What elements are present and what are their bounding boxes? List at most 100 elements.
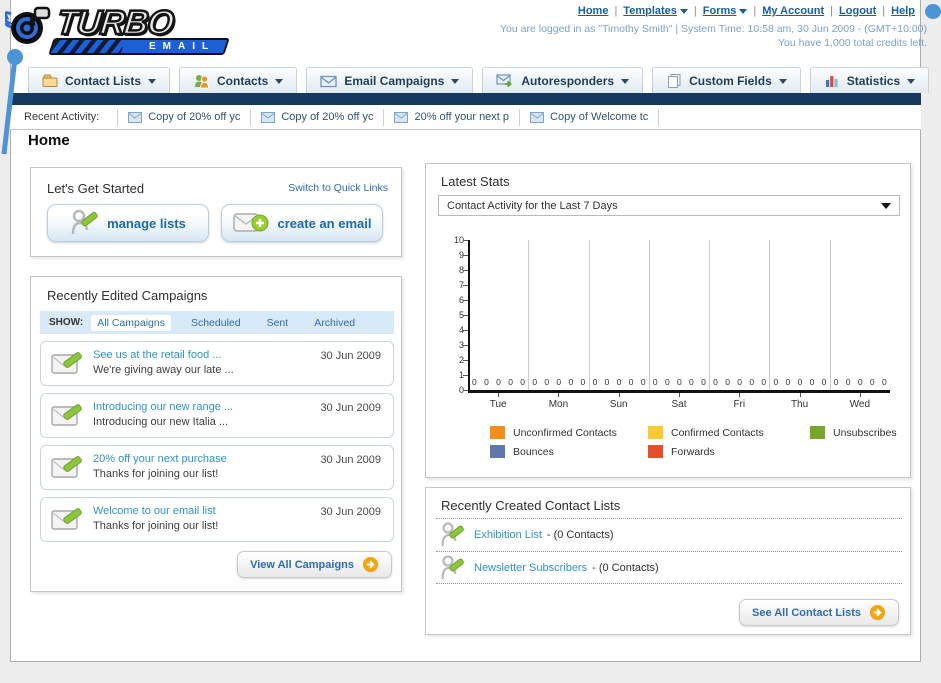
x-axis-tick bbox=[498, 393, 500, 397]
tab-contacts[interactable]: Contacts bbox=[179, 67, 298, 93]
contact-list-link[interactable]: Newsletter Subscribers bbox=[474, 562, 587, 574]
see-all-contact-lists-button[interactable]: See All Contact Lists bbox=[738, 599, 899, 626]
manage-lists-icon bbox=[70, 209, 98, 237]
chart-legend: Unconfirmed Contacts Confirmed Contacts Un… bbox=[490, 426, 941, 458]
data-value-label: 0 bbox=[472, 377, 477, 387]
see-all-contact-lists-label: See All Contact Lists bbox=[751, 606, 861, 619]
campaign-row[interactable]: 20% off your next purchase Thanks for joi… bbox=[40, 445, 394, 490]
gridline bbox=[648, 240, 650, 390]
tab-autoresponders[interactable]: Autoresponders bbox=[482, 67, 644, 93]
campaign-subtitle: Thanks for joining our list! bbox=[93, 468, 219, 480]
legend-label: Unsubscribes bbox=[833, 426, 897, 439]
campaign-edit-icon bbox=[51, 403, 83, 430]
header-link-separator: | bbox=[882, 5, 886, 17]
x-axis-tick bbox=[679, 393, 680, 397]
x-axis-tick-label: Sat bbox=[671, 399, 687, 410]
recent-activity-item[interactable]: Copy of 20% off yc bbox=[251, 108, 385, 126]
header-link-logout[interactable]: Logout bbox=[839, 5, 876, 17]
campaigns-panel: Recently Edited Campaigns SHOW: All Camp… bbox=[30, 276, 402, 592]
contact-lists-title: Recently Created Contact Lists bbox=[441, 498, 621, 513]
header-link-my-account[interactable]: My Account bbox=[762, 5, 824, 17]
contact-lists: Exhibition List - (0 Contacts) Newsletter… bbox=[436, 518, 902, 584]
campaign-row[interactable]: See us at the retail food ... We're givin… bbox=[40, 341, 394, 386]
data-value-label: 0 bbox=[689, 377, 694, 387]
legend-label: Bounces bbox=[513, 445, 554, 458]
chevron-down-icon bbox=[907, 78, 916, 84]
filter-sent[interactable]: Sent bbox=[261, 315, 295, 331]
contact-list-link[interactable]: Exhibition List bbox=[474, 529, 542, 541]
tab-statistics[interactable]: Statistics bbox=[809, 67, 930, 93]
campaign-filters: All Campaigns Scheduled Sent Archived bbox=[91, 314, 375, 331]
latest-stats-panel: Latest Stats Contact Activity for the La… bbox=[425, 163, 911, 478]
data-value-label: 0 bbox=[677, 377, 682, 387]
switch-quick-links[interactable]: Switch to Quick Links bbox=[288, 182, 388, 194]
campaign-title-link[interactable]: 20% off your next purchase bbox=[93, 453, 227, 465]
campaign-title-link[interactable]: See us at the retail food ... bbox=[93, 349, 221, 361]
tab-label: Custom Fields bbox=[689, 73, 772, 88]
get-started-title: Let's Get Started bbox=[47, 181, 145, 196]
recent-activity-item-label: Copy of 20% off yc bbox=[148, 111, 241, 123]
data-value-label: 0 bbox=[737, 377, 743, 387]
x-axis-tick bbox=[799, 393, 801, 397]
recent-activity-item[interactable]: Copy of 20% off yc bbox=[117, 108, 252, 126]
view-all-campaigns-button[interactable]: View All Campaigns bbox=[237, 551, 392, 578]
data-value-label: 0 bbox=[604, 377, 610, 387]
create-email-button[interactable]: create an email bbox=[221, 204, 383, 242]
stats-period-select[interactable]: Contact Activity for the Last 7 Days bbox=[438, 195, 900, 216]
campaign-row[interactable]: Welcome to our email list Thanks for join… bbox=[40, 497, 394, 542]
x-axis-tick-label: Thu bbox=[790, 399, 809, 410]
y-axis-tick-label: 3 bbox=[458, 340, 464, 350]
chevron-down-icon bbox=[679, 8, 688, 14]
header-links: Home | Templates | Forms | My Account | Logout | H… bbox=[578, 5, 915, 17]
data-value-label: 0 bbox=[749, 377, 755, 387]
recent-activity-label: Recent Activity: bbox=[24, 111, 100, 123]
data-value-label: 0 bbox=[833, 377, 839, 387]
campaigns-title: Recently Edited Campaigns bbox=[47, 288, 208, 303]
tab-email-campaigns[interactable]: Email Campaigns bbox=[306, 67, 474, 93]
filter-scheduled[interactable]: Scheduled bbox=[185, 315, 247, 331]
y-axis-tick-label: 0 bbox=[458, 385, 464, 395]
campaign-edit-icon bbox=[51, 351, 83, 378]
turbo-email-dashboard: TURBO EMAIL Home | Templates | Forms | My Acco… bbox=[0, 0, 941, 683]
contact-list-row[interactable]: Exhibition List - (0 Contacts) bbox=[436, 518, 902, 551]
data-value-label: 0 bbox=[701, 377, 706, 387]
tab-custom-fields[interactable]: Custom Fields bbox=[652, 67, 801, 93]
header-link-separator: | bbox=[614, 5, 618, 17]
campaign-title-link[interactable]: Introducing our new range ... bbox=[93, 401, 233, 413]
manage-lists-button[interactable]: manage lists bbox=[47, 204, 209, 242]
legend-item: Confirmed Contacts bbox=[648, 426, 810, 439]
recent-activity-item[interactable]: Copy of Welcome tc bbox=[520, 108, 660, 126]
data-value-label: 0 bbox=[556, 377, 562, 387]
campaign-date: 30 Jun 2009 bbox=[320, 506, 381, 518]
person-edit-icon bbox=[440, 521, 464, 549]
filter-all-campaigns[interactable]: All Campaigns bbox=[91, 314, 171, 331]
contact-list-row[interactable]: Newsletter Subscribers - (0 Contacts) bbox=[436, 551, 902, 584]
login-info: You are logged in as "Timothy Smith" | S… bbox=[500, 22, 927, 50]
campaign-title-link[interactable]: Welcome to our email list bbox=[93, 505, 216, 517]
recent-activity-item[interactable]: 20% off your next p bbox=[384, 108, 521, 126]
data-value-label: 0 bbox=[881, 377, 887, 387]
turbo-swirl-icon bbox=[5, 6, 55, 52]
data-value-label: 0 bbox=[785, 377, 791, 387]
header-link-home[interactable]: Home bbox=[578, 5, 609, 17]
legend-swatch bbox=[490, 445, 505, 458]
y-axis bbox=[468, 240, 470, 390]
legend-item: Forwards bbox=[648, 445, 810, 458]
legend-label: Confirmed Contacts bbox=[671, 426, 764, 439]
header-link-templates[interactable]: Templates bbox=[623, 5, 688, 17]
y-axis-tick-label: 6 bbox=[458, 295, 464, 305]
campaign-edit-icon bbox=[51, 507, 83, 534]
latest-stats-title: Latest Stats bbox=[441, 174, 510, 189]
campaign-row[interactable]: Introducing our new range ... Introducing… bbox=[40, 393, 394, 438]
filter-archived[interactable]: Archived bbox=[308, 315, 361, 331]
data-value-label: 0 bbox=[869, 377, 875, 387]
data-value-label: 0 bbox=[857, 377, 863, 387]
mail-small-icon bbox=[530, 111, 545, 123]
data-value-label: 0 bbox=[725, 377, 730, 387]
recent-activity-item-label: 20% off your next p bbox=[414, 111, 510, 123]
data-value-label: 0 bbox=[484, 377, 489, 387]
header-link-forms[interactable]: Forms bbox=[703, 5, 748, 17]
tab-contact-lists[interactable]: Contact Lists bbox=[28, 67, 171, 93]
chevron-down-icon bbox=[148, 78, 157, 84]
header-link-help[interactable]: Help bbox=[891, 5, 915, 17]
